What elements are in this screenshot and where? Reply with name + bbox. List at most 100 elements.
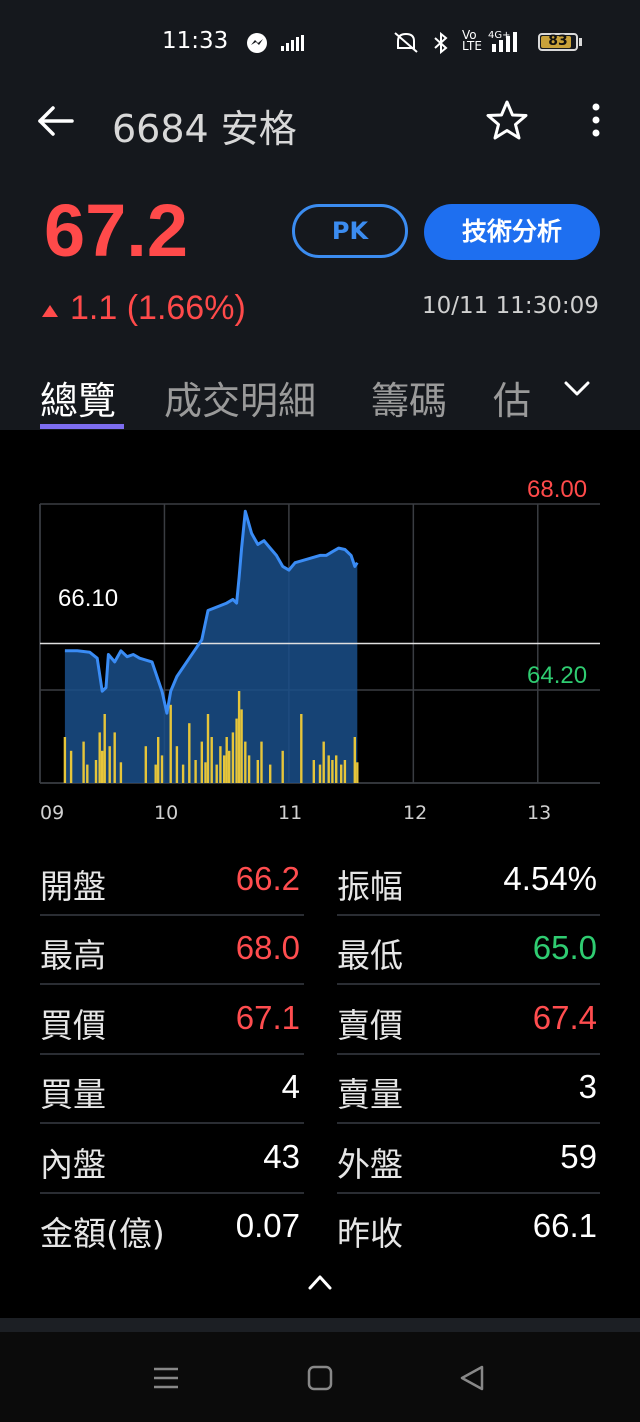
volume-bar xyxy=(269,764,272,783)
stat-divider xyxy=(337,983,600,985)
price-change: 1.1 (1.66%) xyxy=(70,289,246,327)
star-icon[interactable] xyxy=(484,98,530,144)
volume-bar xyxy=(240,709,243,783)
volume-bar xyxy=(327,755,330,783)
quote-timestamp: 10/11 11:30:09 xyxy=(422,293,599,319)
y-label-high: 68.00 xyxy=(527,476,588,503)
volume-bar xyxy=(101,750,104,783)
volume-bar xyxy=(94,760,98,783)
stat-divider xyxy=(40,983,304,985)
volume-bar xyxy=(244,741,247,783)
stat-value: 68.0 xyxy=(235,929,300,966)
volume-bar xyxy=(331,760,334,783)
volume-bar xyxy=(353,737,356,783)
stat-value: 4 xyxy=(281,1068,300,1105)
tab-trade-details[interactable]: 成交明細 xyxy=(164,370,316,425)
stat-divider xyxy=(40,1122,304,1124)
stat-value: 67.1 xyxy=(235,999,300,1036)
volume-bar xyxy=(335,755,338,783)
stat-value: 65.0 xyxy=(532,929,597,966)
mute-icon xyxy=(394,32,418,53)
volume-bar xyxy=(86,764,89,783)
stat-label: 最高 xyxy=(40,936,106,975)
stat-label: 賣價 xyxy=(337,1006,403,1045)
volume-bar xyxy=(200,741,203,783)
stat-value: 66.1 xyxy=(532,1207,597,1244)
pk-button[interactable]: PK xyxy=(292,204,408,258)
stat-value: 59 xyxy=(560,1138,597,1175)
stat-value: 3 xyxy=(578,1068,597,1105)
x-tick-13: 13 xyxy=(527,802,552,824)
volume-bar xyxy=(356,762,359,783)
volume-bar xyxy=(318,764,322,783)
status-time: 11:33 xyxy=(162,28,229,54)
volume-bar xyxy=(181,764,185,783)
x-tick-12: 12 xyxy=(403,802,428,824)
stat-value: 43 xyxy=(263,1138,300,1175)
stat-label: 買量 xyxy=(40,1075,106,1114)
volume-bar xyxy=(188,723,191,783)
back-nav-icon[interactable] xyxy=(458,1364,486,1392)
tab-valuation[interactable]: 估 xyxy=(493,370,531,425)
volume-bar xyxy=(204,762,207,783)
stock-title: 6684 安格 xyxy=(112,107,297,151)
stat-divider xyxy=(337,1192,600,1194)
volume-bar xyxy=(206,714,210,783)
volume-bar xyxy=(210,737,213,783)
volume-bar xyxy=(108,746,111,783)
stat-divider xyxy=(40,1192,304,1194)
stat-label: 最低 xyxy=(337,936,403,975)
home-icon[interactable] xyxy=(306,1364,334,1392)
volume-bar xyxy=(300,714,303,783)
volume-bar xyxy=(113,732,116,783)
volume-bar xyxy=(82,741,85,783)
battery-indicator: 83 xyxy=(538,33,578,51)
volume-bar xyxy=(144,746,147,783)
volume-bar xyxy=(223,755,226,783)
stat-divider xyxy=(337,914,600,916)
stat-value: 66.2 xyxy=(235,860,300,897)
active-tab-indicator xyxy=(40,424,124,429)
volume-bar xyxy=(63,737,67,783)
chevron-down-icon[interactable] xyxy=(562,378,592,400)
volume-bar xyxy=(175,746,179,783)
volume-bar xyxy=(69,750,73,783)
volume-bar xyxy=(312,760,315,783)
stat-label: 賣量 xyxy=(337,1075,403,1114)
stat-divider xyxy=(337,1122,600,1124)
tab-chips[interactable]: 籌碼 xyxy=(371,370,447,425)
battery-nub xyxy=(579,38,582,46)
battery-level: 83 xyxy=(548,33,568,49)
stat-label: 昨收 xyxy=(337,1214,403,1253)
volume-bar xyxy=(343,760,347,783)
volume-bar xyxy=(154,764,157,783)
volume-bar xyxy=(194,760,197,783)
volume-bar xyxy=(235,718,238,783)
volume-bar xyxy=(219,746,222,783)
back-arrow-icon[interactable] xyxy=(36,104,76,138)
volume-bar xyxy=(237,691,241,783)
tab-overview[interactable]: 總覽 xyxy=(40,370,116,425)
volume-bar xyxy=(103,714,106,783)
more-vertical-icon[interactable] xyxy=(586,102,606,140)
volume-bar xyxy=(98,732,101,783)
network-speed-icon xyxy=(281,35,304,51)
y-label-reference: 66.10 xyxy=(56,585,121,613)
stat-value: 0.07 xyxy=(235,1207,300,1244)
volume-bar xyxy=(247,755,251,783)
bottom-separator xyxy=(0,1318,640,1332)
volume-bar xyxy=(231,732,235,783)
technical-analysis-button[interactable]: 技術分析 xyxy=(424,204,600,260)
bluetooth-icon xyxy=(434,31,448,55)
x-tick-11: 11 xyxy=(278,802,303,824)
recent-apps-icon[interactable] xyxy=(152,1364,180,1392)
volte-icon: Vo LTE xyxy=(462,28,482,53)
stat-value: 67.4 xyxy=(532,999,597,1036)
stat-label: 買價 xyxy=(40,1006,106,1045)
messenger-icon xyxy=(247,33,267,53)
chevron-up-icon[interactable] xyxy=(306,1272,334,1292)
stat-divider xyxy=(337,1053,600,1055)
stat-label: 開盤 xyxy=(40,867,106,906)
stat-value: 4.54% xyxy=(503,860,597,897)
x-tick-10: 10 xyxy=(154,802,179,824)
